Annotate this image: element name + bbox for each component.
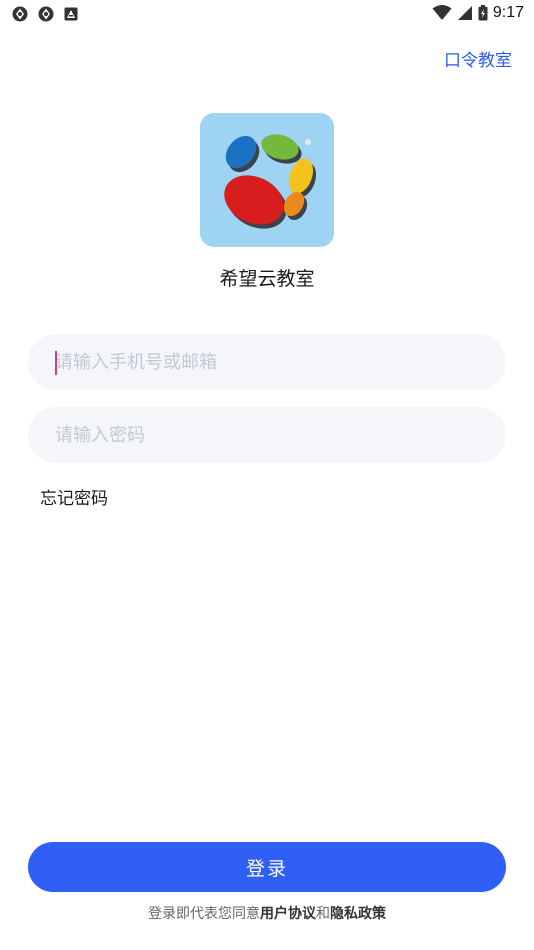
status-time: 9:17 [492,4,524,21]
wifi-icon [432,5,452,20]
status-right-icons: 9:17 [432,4,524,22]
password-input[interactable] [28,407,506,463]
privacy-policy-link[interactable]: 隐私政策 [330,906,386,922]
status-bar: 9:17 [0,0,534,30]
forgot-password-link[interactable]: 忘记密码 [40,484,108,509]
password-field[interactable] [28,407,506,463]
app-notification-icon [12,6,28,22]
login-button[interactable]: 登录 [28,842,506,892]
battery-icon [478,5,488,21]
text-cursor [55,351,57,375]
app-notification-icon [38,6,54,22]
phone-email-input[interactable] [28,334,506,390]
agreement-prefix: 登录即代表您同意 [148,906,260,922]
app-logo-icon [200,113,334,247]
passcode-classroom-link[interactable]: 口令教室 [444,46,512,71]
phone-email-field[interactable] [28,334,506,390]
agreement-and: 和 [316,906,330,922]
photo-notification-icon [64,7,78,21]
user-agreement-link[interactable]: 用户协议 [260,906,316,922]
app-name: 希望云教室 [219,268,315,290]
cell-signal-icon [457,6,472,20]
status-left-icons [12,6,78,22]
agreement-text: 登录即代表您同意用户协议和隐私政策 [0,903,534,923]
